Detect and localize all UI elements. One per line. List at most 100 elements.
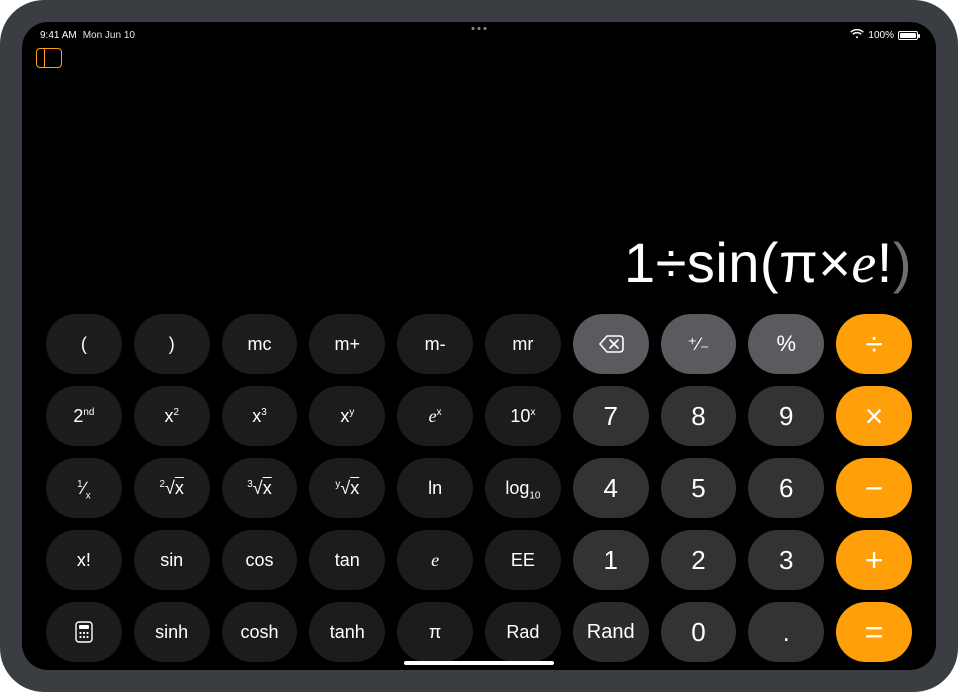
lbl: m-: [425, 334, 446, 355]
log10-button[interactable]: log10: [485, 458, 561, 518]
backspace-icon: [597, 334, 625, 354]
digit-9-button[interactable]: 9: [748, 386, 824, 446]
second-button[interactable]: 2nd: [46, 386, 122, 446]
lbl: %: [777, 331, 797, 357]
multiply-button[interactable]: ×: [836, 386, 912, 446]
tanh-button[interactable]: tanh: [309, 602, 385, 662]
memory-recall-button[interactable]: mr: [485, 314, 561, 374]
lbl: cosh: [240, 622, 278, 643]
keypad: ( ) mc m+ m- mr ⁺∕₋ % ÷ 2nd x2 x3 xy ex …: [22, 304, 936, 670]
decimal-button[interactable]: .: [748, 602, 824, 662]
lbl: ÷: [865, 326, 883, 363]
lbl: mc: [247, 334, 271, 355]
lbl: 9: [779, 401, 793, 432]
home-indicator[interactable]: [404, 661, 554, 665]
tan-button[interactable]: tan: [309, 530, 385, 590]
lbl: ×: [865, 398, 884, 435]
lbl: xy: [340, 406, 354, 427]
lbl: log10: [505, 478, 540, 499]
status-date: Mon Jun 10: [83, 30, 135, 41]
sinh-button[interactable]: sinh: [134, 602, 210, 662]
lbl: Rand: [587, 621, 635, 644]
lbl: sin: [160, 550, 183, 571]
plus-minus-button[interactable]: ⁺∕₋: [661, 314, 737, 374]
digit-3-button[interactable]: 3: [748, 530, 824, 590]
calculator-mode-button[interactable]: [46, 602, 122, 662]
calculator-icon: [75, 621, 93, 643]
digit-4-button[interactable]: 4: [573, 458, 649, 518]
lbl: 1: [603, 545, 617, 576]
expression-text: 1÷sin(π×e!): [624, 230, 912, 296]
plus-button[interactable]: +: [836, 530, 912, 590]
memory-minus-button[interactable]: m-: [397, 314, 473, 374]
rand-button[interactable]: Rand: [573, 602, 649, 662]
digit-5-button[interactable]: 5: [661, 458, 737, 518]
backspace-button[interactable]: [573, 314, 649, 374]
lbl: 0: [691, 617, 705, 648]
battery-percent: 100%: [868, 30, 894, 41]
rad-button[interactable]: Rad: [485, 602, 561, 662]
lbl: 3√x: [247, 478, 271, 499]
lbl: tan: [335, 550, 360, 571]
expr-e: e: [851, 233, 876, 295]
lbl: Rad: [506, 622, 539, 643]
ten-power-x-button[interactable]: 10x: [485, 386, 561, 446]
cube-root-button[interactable]: 3√x: [222, 458, 298, 518]
lbl: 1∕x: [77, 478, 90, 499]
e-power-x-button[interactable]: ex: [397, 386, 473, 446]
ee-button[interactable]: EE: [485, 530, 561, 590]
lbl: x2: [164, 406, 179, 427]
lbl: 6: [779, 473, 793, 504]
reciprocal-button[interactable]: 1∕x: [46, 458, 122, 518]
ipad-frame: 9:41 AM Mon Jun 10 100% 1 ÷ sin ( π ×: [0, 0, 958, 692]
lbl: 2: [691, 545, 705, 576]
digit-7-button[interactable]: 7: [573, 386, 649, 446]
digit-1-button[interactable]: 1: [573, 530, 649, 590]
right-paren-button[interactable]: ): [134, 314, 210, 374]
lbl: 4: [603, 473, 617, 504]
lbl: 2√x: [160, 478, 184, 499]
lbl: 7: [603, 401, 617, 432]
lbl: 8: [691, 401, 705, 432]
screen: 9:41 AM Mon Jun 10 100% 1 ÷ sin ( π ×: [22, 22, 936, 670]
lbl: EE: [511, 550, 535, 571]
multitask-dots[interactable]: [472, 27, 487, 30]
lbl: tanh: [330, 622, 365, 643]
lbl: +: [865, 542, 884, 579]
pi-button[interactable]: π: [397, 602, 473, 662]
lbl: cos: [245, 550, 273, 571]
lbl: ): [169, 334, 175, 355]
digit-2-button[interactable]: 2: [661, 530, 737, 590]
cosh-button[interactable]: cosh: [222, 602, 298, 662]
x-power-y-button[interactable]: xy: [309, 386, 385, 446]
minus-button[interactable]: −: [836, 458, 912, 518]
lbl: ln: [428, 478, 442, 499]
divide-button[interactable]: ÷: [836, 314, 912, 374]
equals-button[interactable]: =: [836, 602, 912, 662]
expr-bang: !: [877, 231, 893, 294]
ln-button[interactable]: ln: [397, 458, 473, 518]
wifi-icon: [850, 29, 864, 42]
digit-0-button[interactable]: 0: [661, 602, 737, 662]
battery-icon: [898, 31, 918, 40]
memory-plus-button[interactable]: m+: [309, 314, 385, 374]
lbl: 3: [779, 545, 793, 576]
lbl: 2nd: [73, 406, 94, 427]
digit-8-button[interactable]: 8: [661, 386, 737, 446]
square-root-button[interactable]: 2√x: [134, 458, 210, 518]
calculator-display: 1÷sin(π×e!): [22, 72, 936, 304]
x-squared-button[interactable]: x2: [134, 386, 210, 446]
e-constant-button[interactable]: e: [397, 530, 473, 590]
digit-6-button[interactable]: 6: [748, 458, 824, 518]
y-root-button[interactable]: y√x: [309, 458, 385, 518]
sidebar-toggle-icon[interactable]: [36, 48, 62, 68]
left-paren-button[interactable]: (: [46, 314, 122, 374]
percent-button[interactable]: %: [748, 314, 824, 374]
cos-button[interactable]: cos: [222, 530, 298, 590]
factorial-button[interactable]: x!: [46, 530, 122, 590]
memory-clear-button[interactable]: mc: [222, 314, 298, 374]
status-time: 9:41 AM: [40, 30, 77, 41]
x-cubed-button[interactable]: x3: [222, 386, 298, 446]
sin-button[interactable]: sin: [134, 530, 210, 590]
lbl: −: [865, 470, 884, 507]
